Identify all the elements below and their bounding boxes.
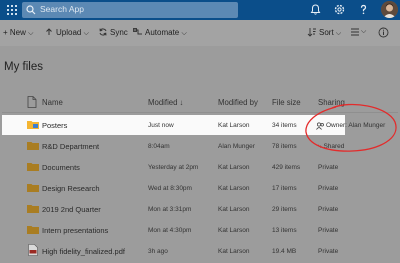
upload-icon	[46, 28, 52, 35]
table-row[interactable]: Documents Yesterday at 2pm Kat Larson 42…	[0, 157, 400, 177]
chevron-down-icon: ⌵	[28, 30, 34, 37]
settings-icon[interactable]	[333, 3, 346, 16]
modified-by: Kat Larson	[218, 248, 250, 255]
view-options-icon[interactable]	[350, 27, 360, 37]
modified-by: Kat Larson	[218, 185, 250, 192]
sharing-status: Private	[318, 227, 339, 234]
automate-icon	[133, 28, 142, 35]
file-size: 78 items	[272, 143, 297, 150]
file-name[interactable]: R&D Department	[42, 142, 99, 151]
sharing-status: Private	[318, 185, 339, 192]
command-bar: + New ⌵ Upload ⌵ Sync Automate ⌵ Sort ⌵ …	[0, 20, 400, 46]
folder-icon	[27, 142, 39, 150]
sharing-status: Private	[318, 248, 339, 255]
folder-icon	[27, 205, 39, 213]
sort-icon	[307, 28, 316, 37]
sharing-status: Private	[318, 206, 339, 213]
chevron-down-icon: ⌵	[83, 30, 89, 37]
plus-icon: +	[3, 28, 8, 37]
sharing-status: ⤷ Shared	[318, 143, 345, 150]
help-icon[interactable]	[357, 3, 370, 16]
file-size: 429 items	[272, 164, 301, 171]
user-photo-icon	[381, 1, 398, 18]
modified-date: Wed at 8:30pm	[148, 185, 192, 192]
file-name[interactable]: Design Research	[42, 184, 100, 193]
chevron-down-icon[interactable]: ⌵	[361, 28, 366, 36]
file-size: 34 items	[272, 122, 297, 129]
modified-date: Mon at 3:31pm	[148, 206, 192, 213]
chevron-down-icon: ⌵	[181, 30, 187, 37]
people-icon	[316, 122, 324, 130]
table-row[interactable]: R&D Department 8:04am Alan Munger 78 ite…	[0, 136, 400, 156]
column-header-modified-by[interactable]: Modified by	[218, 98, 258, 107]
file-size: 19.4 MB	[272, 248, 297, 255]
table-row[interactable]: Design Research Wed at 8:30pm Kat Larson…	[0, 178, 400, 198]
folder-icon	[27, 184, 39, 192]
file-name[interactable]: Intern presentations	[42, 226, 108, 235]
automate-button[interactable]: Automate ⌵	[145, 28, 187, 38]
pdf-file-icon	[28, 244, 38, 256]
column-header-name[interactable]: Name	[42, 98, 63, 107]
sort-button[interactable]: Sort ⌵	[319, 28, 341, 38]
avatar[interactable]	[381, 1, 398, 18]
file-name[interactable]: 2019 2nd Quarter	[42, 205, 101, 214]
table-row[interactable]: Intern presentations Mon at 4:30pm Kat L…	[0, 220, 400, 240]
modified-by: Kat Larson	[218, 227, 250, 234]
file-name[interactable]: High fidelity_finalized.pdf	[42, 247, 125, 256]
file-size: 13 items	[272, 227, 297, 234]
modified-date: 8:04am	[148, 143, 170, 150]
modified-by: Kat Larson	[218, 206, 250, 213]
bell-icon[interactable]	[309, 3, 322, 16]
sync-icon	[99, 28, 107, 36]
new-button[interactable]: + New ⌵	[3, 28, 33, 38]
modified-by: Kat Larson	[218, 122, 250, 129]
file-type-icon	[27, 96, 37, 108]
file-name[interactable]: Posters	[42, 121, 67, 130]
search-icon	[26, 5, 36, 15]
modified-date: Mon at 4:30pm	[148, 227, 192, 234]
table-row[interactable]: 2019 2nd Quarter Mon at 3:31pm Kat Larso…	[0, 199, 400, 219]
modified-by: Kat Larson	[218, 164, 250, 171]
table-row[interactable]: High fidelity_finalized.pdf 3h ago Kat L…	[0, 241, 400, 261]
folder-icon	[27, 226, 39, 234]
folder-icon	[27, 163, 39, 171]
modified-date: Yesterday at 2pm	[148, 164, 199, 171]
table-row[interactable]: Posters Just now Kat Larson 34 items	[2, 115, 345, 135]
file-size: 29 items	[272, 206, 297, 213]
share-icon: ⤷	[318, 143, 322, 150]
sync-button[interactable]: Sync	[110, 28, 128, 37]
column-header-file-size[interactable]: File size	[272, 98, 301, 107]
info-icon[interactable]	[378, 27, 389, 38]
modified-by: Alan Munger	[218, 143, 255, 150]
file-size: 17 items	[272, 185, 297, 192]
modified-date: 3h ago	[148, 248, 168, 255]
chevron-down-icon: ⌵	[335, 30, 342, 37]
file-name[interactable]: Documents	[42, 163, 80, 172]
modified-date: Just now	[148, 122, 174, 129]
search-placeholder: Search App	[40, 4, 84, 14]
upload-button[interactable]: Upload ⌵	[56, 28, 89, 38]
page-title: My files	[4, 61, 43, 73]
column-header-modified[interactable]: Modified ↓	[148, 98, 184, 107]
sharing-status: Owner: Alan Munger	[326, 122, 386, 129]
sharing-status: Private	[318, 164, 339, 171]
search-box[interactable]: Search App	[22, 2, 238, 18]
app-header: Search App	[0, 0, 400, 20]
folder-icon	[27, 121, 39, 129]
column-header-sharing[interactable]: Sharing	[318, 98, 345, 107]
app-launcher-icon[interactable]	[6, 4, 18, 16]
sort-descending-icon: ↓	[179, 98, 184, 107]
divider	[2, 112, 398, 113]
